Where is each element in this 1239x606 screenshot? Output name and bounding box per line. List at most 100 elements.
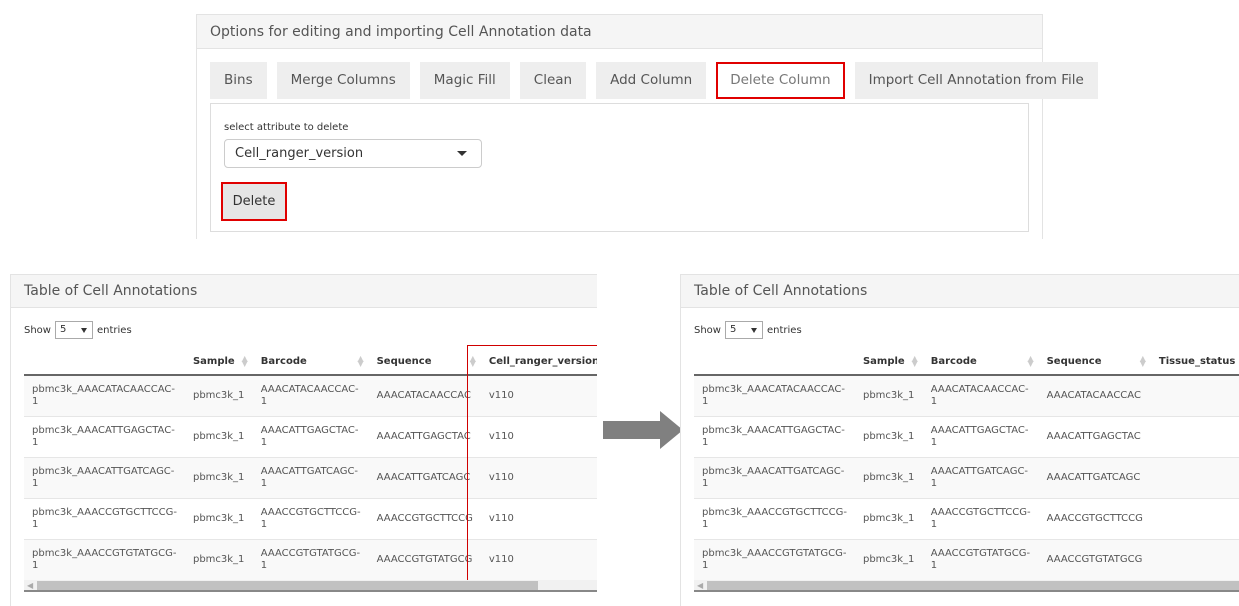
tab-clean[interactable]: Clean	[519, 62, 587, 99]
table-cell: pbmc3k_1	[184, 374, 253, 416]
tab-import-cell-annotation[interactable]: Import Cell Annotation from File	[854, 62, 1098, 99]
sort-icon: ▲▼	[469, 354, 476, 368]
entries-select-value: 5	[59, 324, 67, 335]
table-cell: AAACCGTGTATGCG	[368, 538, 481, 580]
table-cell: v110	[480, 456, 597, 498]
right-arrow-icon	[603, 411, 683, 449]
tab-bins[interactable]: Bins	[210, 62, 267, 99]
table-cell: AAACATTGATCAGC	[368, 456, 481, 498]
table-cell: AAACATTGAGCTAC	[1038, 415, 1151, 457]
scroll-left-icon[interactable]: ◀	[27, 581, 33, 590]
entries-select[interactable]: 5	[54, 321, 93, 339]
table-cell: AAACATTGATCAGC-1	[252, 456, 369, 498]
column-header-rownames	[24, 348, 185, 376]
table-cell: pbmc3k_AAACATTGAGCTAC-1	[694, 415, 855, 457]
table-row[interactable]: pbmc3k_AAACCGTGCTTCCG-1 pbmc3k_1 AAACCGTGC…	[24, 497, 597, 539]
column-header-label: Barcode	[260, 355, 307, 367]
table-cell: AAACCGTGCTTCCG	[1038, 497, 1151, 539]
tab-add-column[interactable]: Add Column	[596, 62, 707, 99]
table-row[interactable]: pbmc3k_AAACATTGAGCTAC-1 pbmc3k_1 AAACATTGA…	[694, 415, 1239, 457]
table-cell	[1150, 497, 1239, 539]
sort-icon: ▲▼	[1139, 354, 1146, 368]
table-cell: AAACATACAACCAC	[368, 374, 481, 416]
table-row[interactable]: pbmc3k_AAACCGTGTATGCG-1 pbmc3k_1 AAACCGTGT…	[24, 538, 597, 580]
sort-icon: ▲▼	[1027, 354, 1034, 368]
column-header-barcode[interactable]: Barcode ▲ ▼	[252, 348, 369, 376]
column-header-label: Barcode	[930, 355, 977, 367]
delete-button[interactable]: Delete	[221, 182, 287, 221]
table-cell: pbmc3k_1	[854, 374, 923, 416]
tab-merge-columns[interactable]: Merge Columns	[276, 62, 410, 99]
table-cell	[1150, 538, 1239, 580]
sort-icon: ▲▼	[911, 354, 918, 368]
table-cell: pbmc3k_AAACATACAACCAC-1	[24, 374, 185, 416]
table-row[interactable]: pbmc3k_AAACATTGAGCTAC-1 pbmc3k_1 AAACATTGA…	[24, 415, 597, 457]
table-cell: pbmc3k_AAACATTGATCAGC-1	[24, 456, 185, 498]
column-header-sequence[interactable]: Sequence ▲ ▼	[368, 348, 481, 376]
table-cell: AAACCGTGTATGCG-1	[922, 538, 1039, 580]
table-cell: pbmc3k_1	[854, 497, 923, 539]
table-cell: AAACATTGAGCTAC-1	[922, 415, 1039, 457]
table-cell: AAACCGTGCTTCCG-1	[922, 497, 1039, 539]
table-cell: v110	[480, 374, 597, 416]
column-header-rownames	[694, 348, 855, 376]
sort-icon: ▲▼	[357, 354, 364, 368]
chevron-down-icon	[457, 151, 467, 156]
scrollbar-thumb[interactable]	[37, 581, 538, 590]
scroll-left-icon[interactable]: ◀	[697, 581, 703, 590]
table-cell: pbmc3k_AAACATTGATCAGC-1	[694, 456, 855, 498]
options-panel: Options for editing and importing Cell A…	[196, 14, 1098, 239]
table-cell: pbmc3k_1	[854, 456, 923, 498]
column-header-tissue-status[interactable]: Tissue_status▲▼	[1150, 348, 1239, 376]
table-cell: pbmc3k_1	[854, 415, 923, 457]
table-panel-after: Table of Cell Annotations Show 5 entries…	[680, 274, 1239, 606]
column-header-cell-ranger-version[interactable]: Cell_ranger_version▲▼	[480, 348, 597, 376]
column-header-label: Sample	[862, 355, 905, 367]
sort-icon: ▲▼	[596, 355, 597, 368]
table-cell: pbmc3k_AAACCGTGCTTCCG-1	[694, 497, 855, 539]
table-panel-before: Table of Cell Annotations Show 5 entries…	[10, 274, 597, 606]
column-header-sequence[interactable]: Sequence ▲ ▼	[1038, 348, 1151, 376]
table-row[interactable]: pbmc3k_AAACATACAACCAC-1 pbmc3k_1 AAACATACA…	[24, 374, 597, 416]
show-label: Show	[24, 324, 51, 336]
attribute-select[interactable]: Cell_ranger_version	[224, 139, 482, 168]
table-row[interactable]: pbmc3k_AAACATTGATCAGC-1 pbmc3k_1 AAACATTGA…	[24, 456, 597, 498]
table-row[interactable]: pbmc3k_AAACCGTGCTTCCG-1 pbmc3k_1 AAACCGTGC…	[694, 497, 1239, 539]
table-cell: pbmc3k_AAACCGTGCTTCCG-1	[24, 497, 185, 539]
options-panel-title: Options for editing and importing Cell A…	[197, 15, 1042, 49]
delete-column-tab-content: select attribute to delete Cell_ranger_v…	[210, 103, 1029, 232]
sort-icon: ▲▼	[241, 354, 248, 368]
entries-select[interactable]: 5	[724, 321, 763, 339]
tab-magic-fill[interactable]: Magic Fill	[419, 62, 510, 99]
table-row[interactable]: pbmc3k_AAACCGTGTATGCG-1 pbmc3k_1 AAACCGTGT…	[694, 538, 1239, 580]
entries-label: entries	[766, 324, 802, 336]
scrollbar-thumb[interactable]	[707, 581, 1239, 590]
entries-length-control: Show 5 entries	[24, 321, 132, 339]
table-row[interactable]: pbmc3k_AAACATTGATCAGC-1 pbmc3k_1 AAACATTGA…	[694, 456, 1239, 498]
table-cell: AAACCGTGTATGCG-1	[252, 538, 369, 580]
table-cell: pbmc3k_1	[184, 497, 253, 539]
table-cell: pbmc3k_1	[184, 456, 253, 498]
table-cell: pbmc3k_AAACCGTGTATGCG-1	[24, 538, 185, 580]
horizontal-scrollbar[interactable]: ◀	[694, 580, 1239, 592]
horizontal-scrollbar[interactable]: ◀	[24, 580, 597, 592]
attribute-select-value: Cell_ranger_version	[235, 146, 364, 161]
table-cell: AAACCGTGCTTCCG-1	[252, 497, 369, 539]
tab-delete-column[interactable]: Delete Column	[716, 62, 845, 99]
column-header-label: Tissue_status	[1158, 355, 1236, 367]
table-cell: AAACATTGATCAGC	[1038, 456, 1151, 498]
table-cell: AAACATTGAGCTAC-1	[252, 415, 369, 457]
chevron-down-icon	[750, 328, 757, 333]
table-cell: pbmc3k_AAACATTGAGCTAC-1	[24, 415, 185, 457]
table-cell: AAACATACAACCAC	[1038, 374, 1151, 416]
table-cell: pbmc3k_1	[854, 538, 923, 580]
table-cell	[1150, 456, 1239, 498]
table-title: Table of Cell Annotations	[11, 274, 597, 308]
column-header-label: Sample	[192, 355, 235, 367]
entries-select-value: 5	[729, 324, 737, 335]
table-cell: pbmc3k_1	[184, 538, 253, 580]
column-header-barcode[interactable]: Barcode ▲ ▼	[922, 348, 1039, 376]
column-header-sample[interactable]: Sample ▲ ▼	[184, 348, 253, 376]
table-row[interactable]: pbmc3k_AAACATACAACCAC-1 pbmc3k_1 AAACATACA…	[694, 374, 1239, 416]
column-header-sample[interactable]: Sample ▲ ▼	[854, 348, 923, 376]
